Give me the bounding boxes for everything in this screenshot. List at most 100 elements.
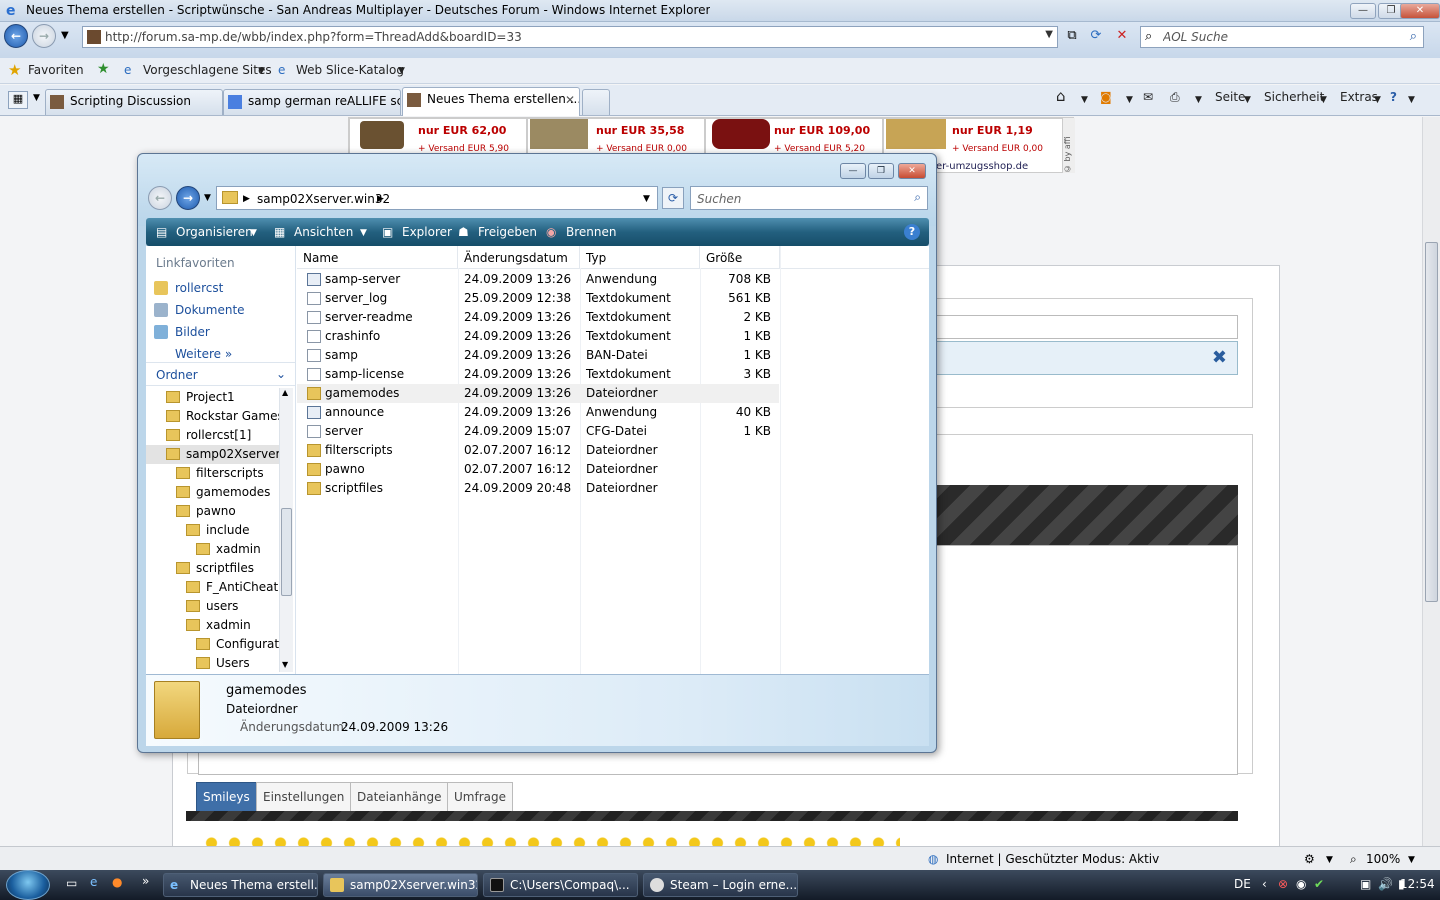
tab-close-icon[interactable]: ✕ [565,93,575,107]
url-field[interactable]: http://forum.sa-mp.de/wbb/index.php?form… [82,26,1058,48]
taskbar-cmd-button[interactable]: C:\Users\Compaq\... [483,873,638,897]
help-icon[interactable]: ? [904,224,920,240]
chevron-down-icon[interactable]: ▼ [258,66,265,76]
volume-icon[interactable]: 🔊 [1378,877,1393,891]
history-dropdown-icon[interactable]: ▼ [61,30,69,41]
explorer-maximize-button[interactable]: ❐ [868,163,894,179]
refresh-icon[interactable]: ⟳ [662,187,684,209]
refresh-icon[interactable]: ⟳ [1086,27,1106,47]
file-row[interactable]: server-readme 24.09.2009 13:26 Textdokumen… [297,308,779,327]
explorer-close-button[interactable]: ✕ [898,163,926,179]
chevron-down-icon[interactable]: ▼ [643,194,650,204]
breadcrumb[interactable]: ▶ samp02Xserver.win32 ▶ ▼ [216,186,658,210]
quick-tabs-icon[interactable]: ▦ [8,91,28,109]
extras-menu[interactable]: Extras [1340,90,1378,104]
link-pictures[interactable]: Bilder [175,325,210,339]
tree-item[interactable]: Project1 [146,388,279,407]
chevron-down-icon[interactable]: ▼ [398,66,405,76]
tab-samp-german[interactable]: samp german reALLIFE scr... [223,89,401,115]
compatibility-icon[interactable]: ⧉ [1062,27,1082,47]
minimize-button[interactable]: — [1350,3,1376,19]
tree-item[interactable]: xadmin [146,616,279,635]
start-button[interactable] [6,870,50,900]
taskbar-ie-button[interactable]: e Neues Thema erstell... [163,873,318,897]
chevron-down-icon[interactable]: ▼ [250,228,257,238]
folder-tree[interactable]: Project1 Rockstar Games rollercst[1] samp02… [146,388,279,672]
chevron-down-icon[interactable]: ▼ [1081,95,1088,105]
share-button[interactable]: Freigeben [478,225,537,239]
tab-scripting-discussion[interactable]: Scripting Discussion [45,89,223,115]
folders-header[interactable]: Ordner ⌄ [146,362,295,386]
explorer-search-input[interactable]: Suchen ⌕ [690,186,928,210]
tree-item[interactable]: rollercst[1] [146,426,279,445]
favorites-button[interactable]: Favoriten [28,63,84,77]
column-name[interactable]: Name [297,246,458,268]
quicklaunch-more-icon[interactable]: » [142,874,149,888]
explorer-back-button[interactable]: ← [148,186,172,210]
chevron-down-icon[interactable]: ▼ [1408,855,1415,865]
tree-item[interactable]: Rockstar Games [146,407,279,426]
forward-button[interactable]: → [32,24,56,48]
web-slice-link[interactable]: Web Slice-Katalog [296,63,404,77]
back-button[interactable]: ← [4,24,28,48]
add-favorite-icon[interactable]: ★ [97,61,110,77]
language-indicator[interactable]: DE [1234,877,1251,891]
tree-item[interactable]: gamemodes [146,483,279,502]
column-type[interactable]: Typ [580,246,700,268]
link-documents[interactable]: Dokumente [175,303,245,317]
safety-menu[interactable]: Sicherheit [1264,90,1324,104]
tray-app-icon[interactable]: ⊗ [1278,877,1288,891]
tree-item[interactable]: xadmin [146,540,279,559]
chevron-down-icon[interactable]: ▼ [1195,95,1202,105]
link-more[interactable]: Weitere » [175,347,232,361]
zoom-level[interactable]: 100% [1366,852,1400,866]
file-row[interactable]: crashinfo 24.09.2009 13:26 Textdokument 1 K… [297,327,779,346]
tab-list-icon[interactable]: ▼ [33,93,40,103]
tab-smileys[interactable]: Smileys [196,782,257,812]
scroll-up-icon[interactable]: ▲ [282,388,288,397]
search-input[interactable]: ⌕ AOL Suche ⌕ [1140,26,1424,48]
stop-icon[interactable]: ✕ [1112,27,1132,47]
close-icon[interactable]: ✖ [1212,347,1227,368]
zone-status[interactable]: Internet | Geschützter Modus: Aktiv [946,852,1159,866]
show-desktop-icon[interactable]: ▭ [66,876,77,890]
file-row[interactable]: scriptfiles 24.09.2009 20:48 Dateiordner [297,479,779,498]
tree-item[interactable]: include [146,521,279,540]
search-go-icon[interactable]: ⌕ [1410,29,1417,44]
close-button[interactable]: ✕ [1400,3,1440,19]
explorer-forward-button[interactable]: → [176,186,200,210]
tree-item[interactable]: F_AntiCheat [146,578,279,597]
link-rollercst[interactable]: rollercst [175,281,223,295]
firefox-icon[interactable]: ● [112,875,122,889]
chevron-right-icon[interactable]: ▶ [243,194,250,204]
page-scrollbar[interactable] [1422,117,1440,846]
tree-item[interactable]: filterscripts [146,464,279,483]
tree-item[interactable]: samp02Xserver.w [146,445,279,464]
file-row[interactable]: samp-server 24.09.2009 13:26 Anwendung 708 … [297,270,779,289]
file-row[interactable]: server 24.09.2009 15:07 CFG-Datei 1 KB [297,422,779,441]
scrollbar-thumb[interactable] [1425,242,1438,602]
explorer-button[interactable]: Explorer [402,225,452,239]
tree-item[interactable]: Users [146,654,279,672]
column-date[interactable]: Änderungsdatum [458,246,580,268]
file-row[interactable]: samp-license 24.09.2009 13:26 Textdokument… [297,365,779,384]
scroll-down-icon[interactable]: ▼ [282,660,288,669]
mail-icon[interactable]: ✉ [1143,90,1153,104]
tree-item[interactable]: scriptfiles [146,559,279,578]
tree-item[interactable]: users [146,597,279,616]
page-menu[interactable]: Seite [1215,90,1245,104]
tree-item[interactable]: pawno [146,502,279,521]
feeds-icon[interactable]: ◙ [1100,90,1112,104]
security-icon[interactable]: ⚙ [1304,852,1315,866]
tab-umfrage[interactable]: Umfrage [447,782,513,812]
tab-neues-thema[interactable]: Neues Thema erstellen ... ✕ [402,87,580,116]
taskbar-explorer-button[interactable]: samp02Xserver.win32 [323,873,478,897]
home-icon[interactable]: ⌂ [1056,87,1066,105]
suggested-sites-link[interactable]: Vorgeschlagene Sites [143,63,272,77]
file-row[interactable]: announce 24.09.2009 13:26 Anwendung 40 KB [297,403,779,422]
explorer-minimize-button[interactable]: — [840,163,866,179]
file-row[interactable]: pawno 02.07.2007 16:12 Dateiordner [297,460,779,479]
tree-scrollbar[interactable]: ▲ ▼ [279,388,293,672]
ie-quicklaunch-icon[interactable]: e [90,875,97,889]
tree-scroll-thumb[interactable] [281,508,292,596]
